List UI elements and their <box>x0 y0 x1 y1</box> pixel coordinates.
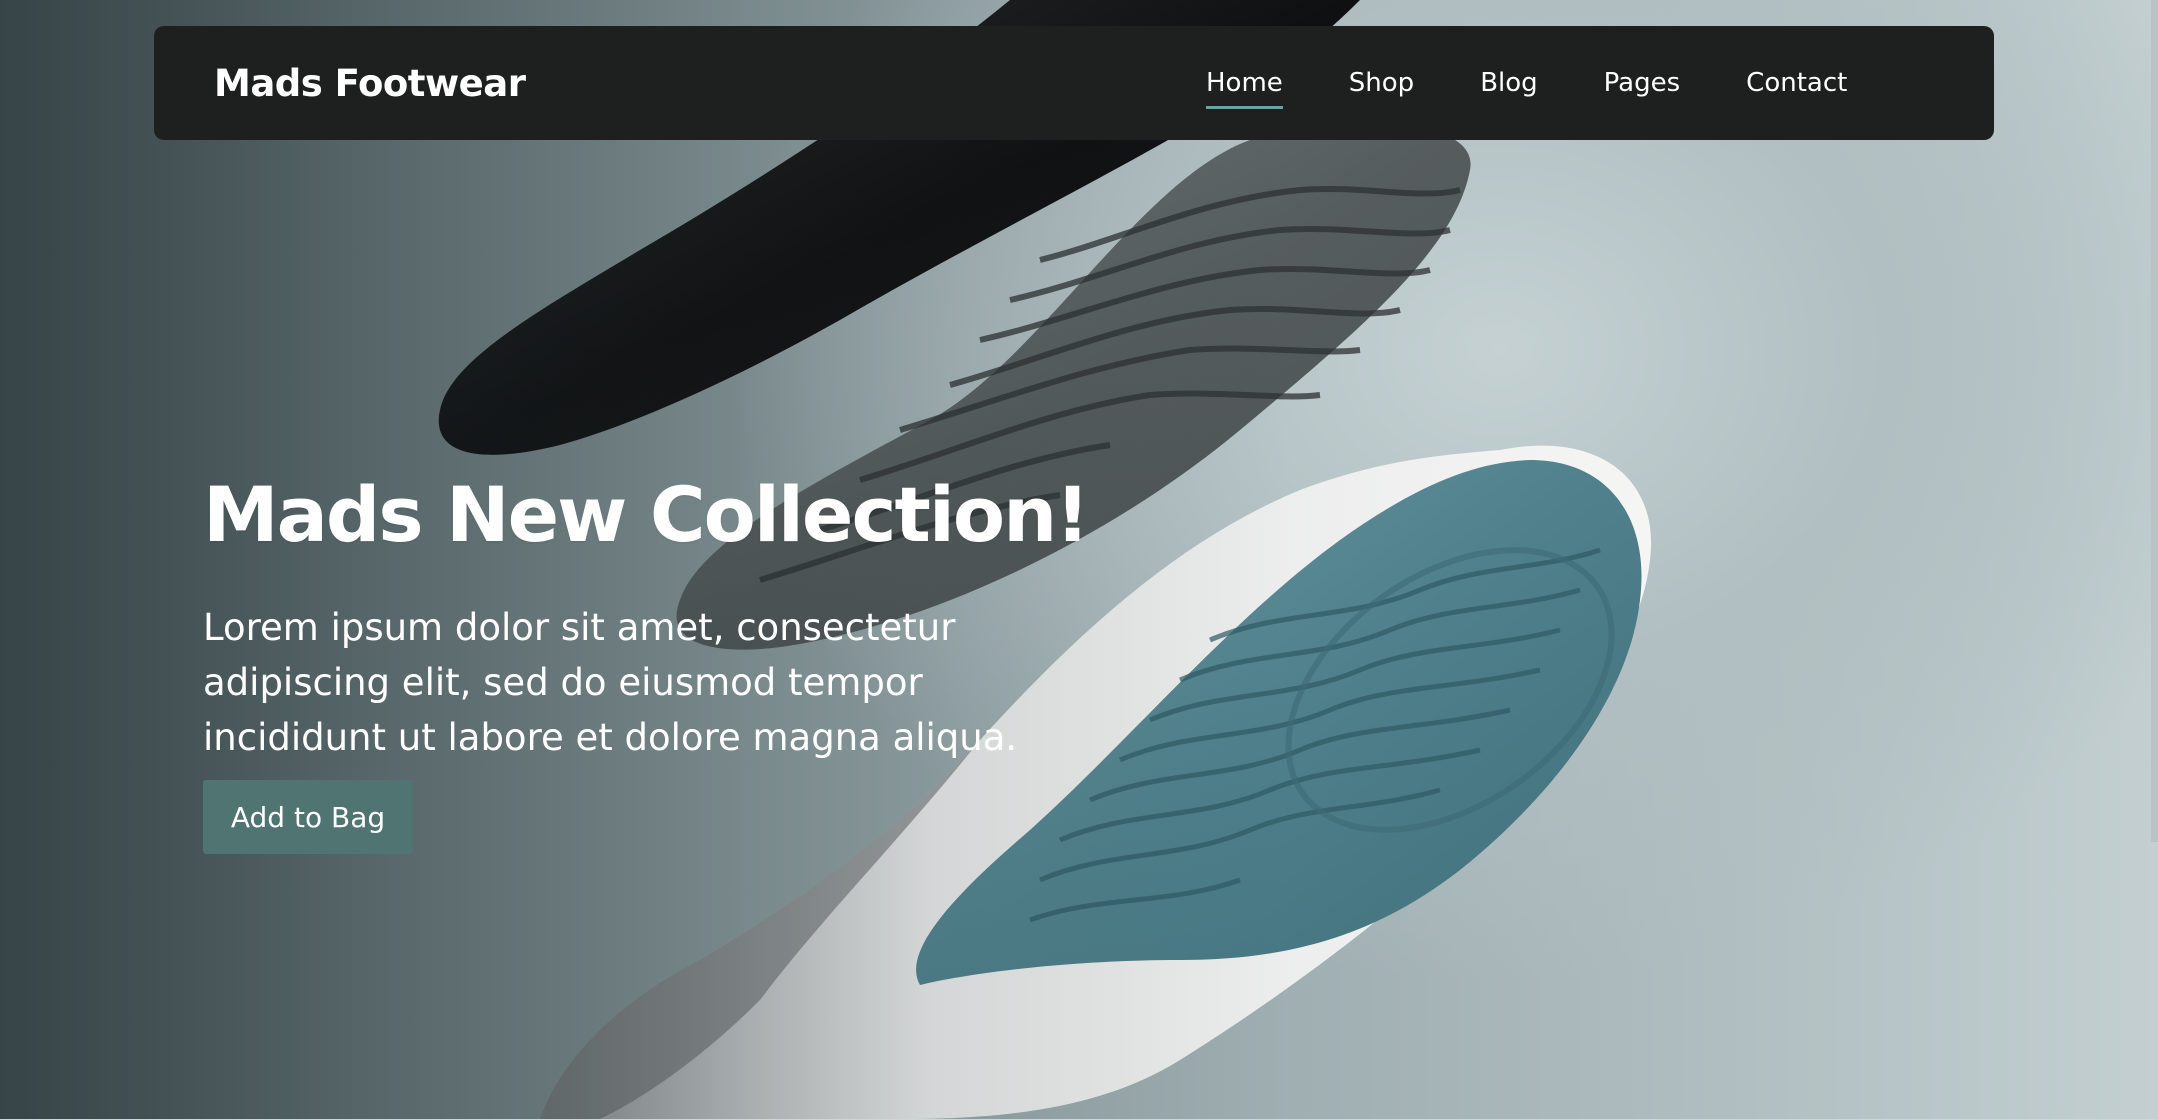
hero-overlay <box>0 0 2158 1119</box>
hero-section: Mads New Collection! Lorem ipsum dolor s… <box>0 0 2158 1119</box>
nav-link-blog[interactable]: Blog <box>1480 68 1537 98</box>
hero-description: Lorem ipsum dolor sit amet, consectetur … <box>203 606 1018 759</box>
nav-link-shop[interactable]: Shop <box>1349 68 1414 98</box>
add-to-bag-button[interactable]: Add to Bag <box>203 780 413 854</box>
navbar: Mads Footwear Home Shop Blog Pages Conta… <box>154 26 1994 140</box>
hero-title: Mads New Collection! <box>203 470 1090 559</box>
scrollbar-thumb[interactable] <box>2151 0 2158 842</box>
nav-links: Home Shop Blog Pages Contact <box>1206 26 1913 140</box>
nav-link-pages[interactable]: Pages <box>1604 68 1681 98</box>
brand-logo[interactable]: Mads Footwear <box>214 62 526 105</box>
nav-link-contact[interactable]: Contact <box>1746 68 1847 98</box>
nav-link-home[interactable]: Home <box>1206 68 1283 109</box>
